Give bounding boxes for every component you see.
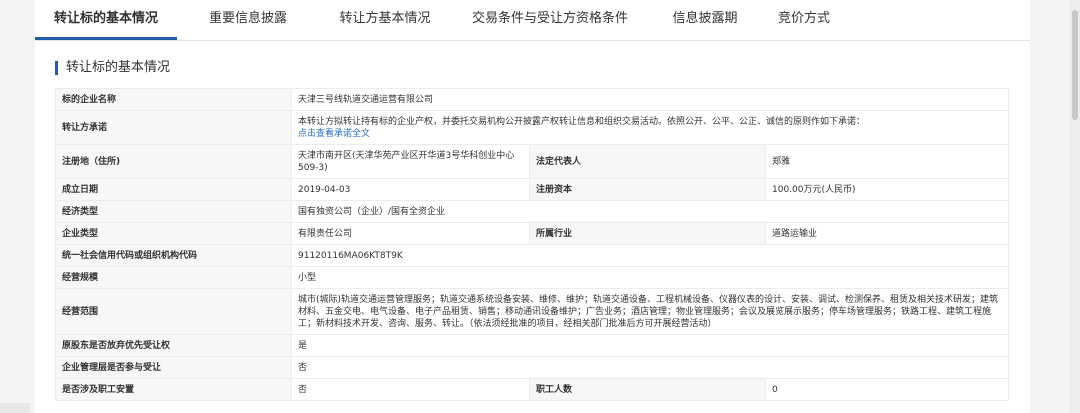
mgmt-participate-value: 否 — [290, 356, 1010, 379]
economy-type-value: 国有独资公司（企业）/国有全资企业 — [290, 200, 1010, 223]
section-title: 转让标的基本情况 — [55, 61, 170, 75]
table-row: 企业管理层是否参与受让 否 — [55, 356, 1010, 379]
view-commitment-link[interactable]: 点击查看承诺全文 — [298, 129, 370, 139]
field-label: 职工人数 — [529, 378, 766, 401]
staff-count-value: 0 — [764, 378, 1010, 401]
field-label: 是否涉及职工安置 — [55, 378, 292, 401]
tab-important-disclosure[interactable]: 重要信息披露 — [177, 0, 319, 40]
field-label: 所属行业 — [529, 222, 766, 245]
content-card: 转让标的基本情况 标的企业名称 天津三号线轨道交通运营有限公司 转让方承诺 本转… — [35, 41, 1030, 413]
scope-value: 城市(城际)轨道交通运营管理服务；轨道交通系统设备安装、维修、维护；轨道交通设备… — [290, 288, 1010, 335]
tab-disclosure-period[interactable]: 信息披露期 — [649, 0, 761, 40]
table-row: 转让方承诺 本转让方拟转让持有标的企业产权，并委托交易机构公开披露产权转让信息和… — [55, 110, 1010, 145]
field-label: 企业管理层是否参与受让 — [55, 356, 292, 379]
company-type-value: 有限责任公司 — [291, 222, 530, 245]
table-row: 统一社会信用代码或组织机构代码 91120116MA06KT8T9K — [55, 244, 1010, 267]
field-label: 经营范围 — [55, 288, 292, 335]
tab-trade-conditions[interactable]: 交易条件与受让方资格条件 — [451, 0, 649, 40]
established-value: 2019-04-03 — [291, 178, 530, 201]
table-row: 原股东是否放弃优先受让权 是 — [55, 334, 1010, 357]
table-row: 标的企业名称 天津三号线轨道交通运营有限公司 — [55, 88, 1010, 111]
field-label: 原股东是否放弃优先受让权 — [55, 334, 292, 357]
tab-bidding-method[interactable]: 竞价方式 — [761, 0, 847, 40]
field-label: 标的企业名称 — [55, 88, 292, 111]
field-label: 经营规模 — [55, 266, 292, 289]
table-row: 经济类型 国有独资公司（企业）/国有全资企业 — [55, 200, 1010, 223]
table-row: 成立日期 2019-04-03 注册资本 100.00万元(人民币) — [55, 178, 1010, 201]
table-row: 注册地（住所) 天津市南开区(天津华苑产业区开华道3号华科创业中心509-3) … — [55, 144, 1010, 179]
field-label: 法定代表人 — [529, 144, 766, 179]
field-label: 统一社会信用代码或组织机构代码 — [55, 244, 292, 267]
tab-bar: 转让标的基本情况 重要信息披露 转让方基本情况 交易条件与受让方资格条件 信息披… — [35, 0, 1030, 41]
info-table: 标的企业名称 天津三号线轨道交通运营有限公司 转让方承诺 本转让方拟转让持有标的… — [55, 88, 1010, 401]
field-label: 注册地（住所) — [55, 144, 292, 179]
table-row: 经营范围 城市(城际)轨道交通运营管理服务；轨道交通系统设备安装、维修、维护；轨… — [55, 288, 1010, 335]
floating-side-tab[interactable] — [0, 403, 30, 413]
scrollbar-thumb[interactable] — [1072, 10, 1078, 120]
industry-value: 道路运输业 — [764, 222, 1010, 245]
field-label: 成立日期 — [55, 178, 292, 201]
credit-code-value: 91120116MA06KT8T9K — [290, 244, 1010, 267]
table-row: 是否涉及职工安置 否 职工人数 0 — [55, 378, 1010, 401]
legal-rep-value: 郑雅 — [764, 144, 1010, 179]
staff-placement-value: 否 — [291, 378, 530, 401]
field-label: 企业类型 — [55, 222, 292, 245]
company-name-value: 天津三号线轨道交通运营有限公司 — [290, 88, 1010, 111]
field-label: 转让方承诺 — [55, 110, 292, 145]
table-row: 企业类型 有限责任公司 所属行业 道路运输业 — [55, 222, 1010, 245]
field-label: 注册资本 — [529, 178, 766, 201]
commitment-value: 本转让方拟转让持有标的企业产权，并委托交易机构公开披露产权转让信息和组织交易活动… — [290, 110, 1010, 145]
tab-target-basic-info[interactable]: 转让标的基本情况 — [35, 0, 177, 40]
scale-value: 小型 — [290, 266, 1010, 289]
table-row: 经营规模 小型 — [55, 266, 1010, 289]
field-label: 经济类型 — [55, 200, 292, 223]
preemptive-value: 是 — [290, 334, 1010, 357]
address-value: 天津市南开区(天津华苑产业区开华道3号华科创业中心509-3) — [291, 144, 530, 179]
commitment-text: 本转让方拟转让持有标的企业产权，并委托交易机构公开披露产权转让信息和组织交易活动… — [298, 116, 866, 127]
capital-value: 100.00万元(人民币) — [764, 178, 1010, 201]
tab-transferor-info[interactable]: 转让方基本情况 — [319, 0, 451, 40]
